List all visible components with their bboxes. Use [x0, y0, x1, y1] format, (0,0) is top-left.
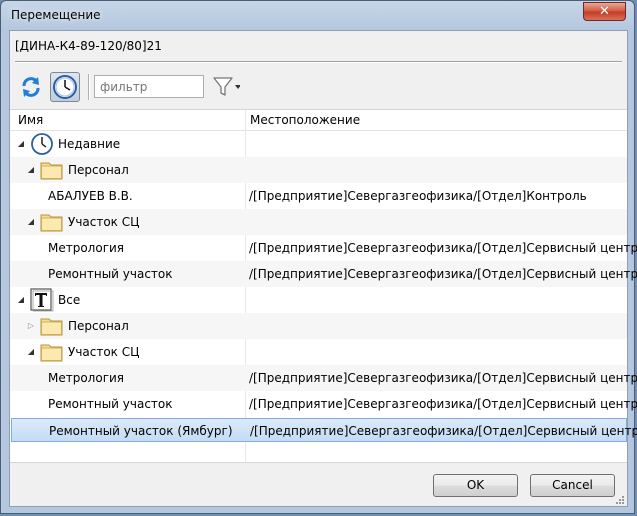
row-name: Недавние [58, 137, 121, 151]
tree-row-all[interactable]: ◢ Все [10, 287, 627, 313]
resize-grip-icon[interactable] [615, 495, 625, 505]
refresh-button[interactable] [16, 72, 46, 102]
column-header-location[interactable]: Местоположение [250, 113, 360, 127]
row-location: /[Предприятие]Севергазгеофизика/[Отдел]С… [249, 241, 637, 255]
column-header-name[interactable]: Имя [18, 113, 43, 127]
clock-icon [31, 133, 53, 155]
tree-row-section-sc[interactable]: ◢ Участок СЦ [10, 209, 627, 235]
expanded-arrow-icon[interactable]: ◢ [26, 157, 36, 183]
row-name: Ремонтный участок [48, 397, 173, 411]
expanded-arrow-icon[interactable]: ◢ [16, 131, 26, 157]
folder-icon [40, 344, 63, 362]
ok-button[interactable]: OK [433, 474, 518, 497]
row-name: Участок СЦ [68, 215, 140, 229]
row-location: /[Предприятие]Севергазгеофизика/[Отдел]С… [249, 397, 637, 411]
window-title: Перемещение [11, 8, 101, 22]
folder-icon [40, 214, 63, 232]
row-name: Метрология [48, 241, 125, 255]
toolbar [16, 71, 416, 103]
dialog-client: [ДИНА-К4-89-120/80]21 фильтр Имя Местопо… [9, 30, 637, 507]
clock-icon [53, 75, 77, 99]
row-location: /[Предприятие]Севергазгеофизика/[Отдел]С… [250, 424, 637, 438]
tree-row-metrology-all[interactable]: Метрология /[Предприятие]Севергазгеофизи… [10, 365, 637, 391]
dialog-buttons: OK Cancel [10, 461, 627, 507]
close-button[interactable]: ✕ [583, 2, 626, 21]
filter-input[interactable] [94, 75, 204, 98]
refresh-icon [22, 77, 40, 97]
filter-dropdown-button[interactable] [212, 75, 241, 99]
tree-row-section-sc-all[interactable]: ◢ Участок СЦ [10, 339, 627, 365]
tree-row-personnel[interactable]: ◢ Персонал [10, 157, 627, 183]
row-name: Персонал [68, 319, 129, 333]
tree-row-repair[interactable]: Ремонтный участок /[Предприятие]Севергаз… [10, 261, 637, 287]
title-bar[interactable]: Перемещение ✕ [1, 1, 634, 29]
recent-toggle-button[interactable] [50, 72, 80, 102]
expanded-arrow-icon[interactable]: ◢ [26, 339, 36, 365]
folder-icon [40, 162, 63, 180]
filter-icon [213, 77, 241, 96]
tree-row-abaluev[interactable]: АБАЛУЕВ В.В. /[Предприятие]Севергазгеофи… [10, 183, 627, 209]
row-name: Персонал [68, 163, 129, 177]
tree-row-metrology[interactable]: Метрология /[Предприятие]Севергазгеофизи… [10, 235, 637, 261]
expanded-arrow-icon[interactable]: ◢ [26, 209, 36, 235]
table-header: Имя Местоположение [10, 110, 627, 131]
document-label: [ДИНА-К4-89-120/80]21 [15, 39, 162, 53]
tree-row-repair-yamburg-selected[interactable]: Ремонтный участок (Ямбург) /[Предприятие… [11, 418, 637, 442]
text-type-icon [30, 288, 54, 312]
row-location: /[Предприятие]Севергазгеофизика/[Отдел]С… [249, 267, 637, 281]
row-name: Все [58, 293, 81, 307]
toolbar-separator [88, 74, 90, 100]
expanded-arrow-icon[interactable]: ◢ [16, 287, 26, 313]
dialog-window: Перемещение ✕ [ДИНА-К4-89-120/80]21 филь… [0, 0, 637, 514]
row-location: /[Предприятие]Севергазгеофизика/[Отдел]К… [249, 189, 587, 203]
location-tree[interactable]: Имя Местоположение ◢ Недавние ◢ Персонал… [10, 109, 637, 463]
tree-row-personnel-all[interactable]: ▷ Персонал [10, 313, 627, 339]
row-name: Участок СЦ [68, 345, 140, 359]
header-divider [15, 61, 622, 63]
cancel-button[interactable]: Cancel [530, 474, 615, 497]
row-location: /[Предприятие]Севергазгеофизика/[Отдел]С… [249, 371, 637, 385]
row-name: Метрология [48, 371, 125, 385]
row-name: Ремонтный участок (Ямбург) [49, 424, 233, 438]
collapsed-arrow-icon[interactable]: ▷ [26, 313, 36, 339]
close-icon: ✕ [599, 4, 610, 19]
row-name: АБАЛУЕВ В.В. [48, 189, 133, 203]
row-name: Ремонтный участок [48, 267, 173, 281]
tree-row-recent[interactable]: ◢ Недавние [10, 131, 627, 157]
folder-icon [40, 318, 63, 336]
tree-row-repair-all[interactable]: Ремонтный участок /[Предприятие]Севергаз… [10, 391, 637, 417]
